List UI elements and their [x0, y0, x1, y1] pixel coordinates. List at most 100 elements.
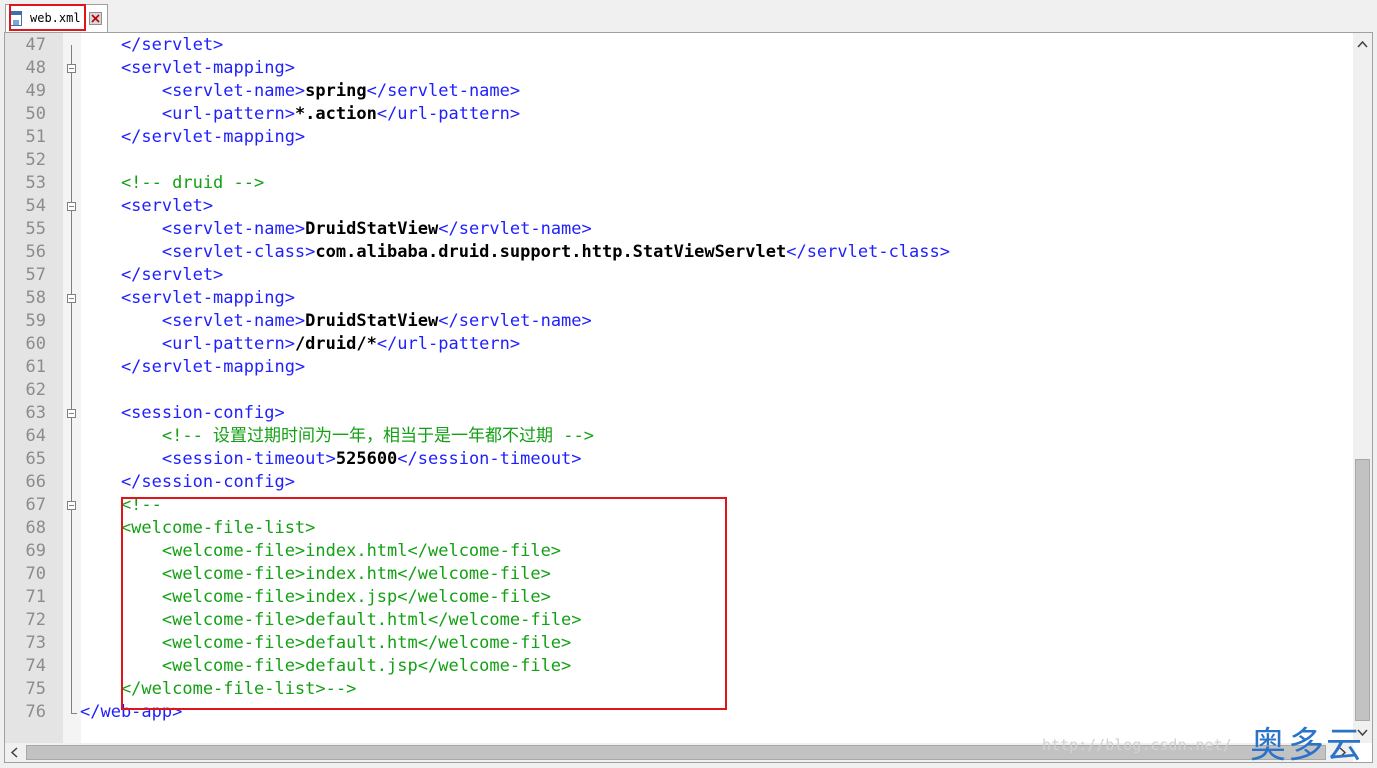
code-line: </servlet-mapping>	[80, 126, 305, 149]
xml-tag: <servlet-mapping>	[80, 288, 295, 308]
fold-collapse-icon[interactable]	[67, 202, 76, 211]
xml-tag: <servlet-name>	[80, 219, 306, 239]
close-icon[interactable]	[89, 12, 102, 25]
line-number: 57	[25, 265, 46, 285]
xml-tag: </servlet>	[80, 35, 224, 55]
xml-tag: </servlet-mapping>	[80, 127, 306, 147]
xml-comment: <!-- druid -->	[80, 173, 265, 193]
tab-highlight-annotation	[9, 4, 86, 31]
line-number: 47	[25, 35, 46, 55]
xml-tag: </session-config>	[80, 472, 295, 492]
vertical-scroll-thumb[interactable]	[1355, 459, 1370, 721]
xml-text: spring	[305, 81, 367, 101]
fold-collapse-icon[interactable]	[67, 64, 76, 73]
xml-tag: </session-timeout>	[397, 449, 582, 469]
line-number: 53	[25, 173, 46, 193]
line-number: 68	[25, 518, 46, 538]
xml-text: *.action	[294, 104, 377, 124]
xml-tag: <session-timeout>	[80, 449, 336, 469]
code-line: <!-- druid -->	[80, 172, 264, 195]
xml-tag: </servlet-class>	[786, 242, 950, 262]
xml-tag: <servlet-name>	[80, 311, 306, 331]
line-number: 62	[25, 380, 46, 400]
line-number: 49	[25, 81, 46, 101]
xml-tag: <servlet-name>	[80, 81, 306, 101]
line-number: 72	[25, 610, 46, 630]
xml-tag: </servlet-mapping>	[80, 357, 306, 377]
xml-tag: <servlet-class>	[80, 242, 316, 262]
fold-collapse-icon[interactable]	[67, 409, 76, 418]
xml-tag: <servlet>	[80, 196, 214, 216]
line-number: 60	[25, 334, 46, 354]
code-editor[interactable]: 47 48 49 50 51 52 53 54 55 56 57 58 59 60 61 62 63 64 65 66…	[4, 32, 1373, 763]
line-number: 69	[25, 541, 46, 561]
line-number-gutter: 47 48 49 50 51 52 53 54 55 56 57 58 59 60 61 62 63 64 65 66…	[5, 33, 63, 743]
fold-margin	[63, 33, 81, 743]
code-line: </servlet-mapping>	[80, 356, 305, 379]
xml-tag: </servlet>	[80, 265, 224, 285]
line-number: 48	[25, 58, 46, 78]
code-line: <url-pattern>*.action</url-pattern>	[80, 103, 520, 126]
line-number: 59	[25, 311, 46, 331]
line-number: 63	[25, 403, 46, 423]
line-number: 66	[25, 472, 46, 492]
xml-text: DruidStatView	[305, 311, 439, 331]
xml-comment: <!-- 设置过期时间为一年，相当于是一年都不过期 -->	[80, 426, 594, 446]
xml-tag: </servlet-name>	[366, 81, 521, 101]
vertical-scrollbar[interactable]	[1353, 33, 1372, 743]
xml-tag: <servlet-mapping>	[80, 58, 295, 78]
xml-tag: <url-pattern>	[80, 104, 295, 124]
line-number: 65	[25, 449, 46, 469]
line-number: 56	[25, 242, 46, 262]
line-number: 70	[25, 564, 46, 584]
xml-tag: </url-pattern>	[376, 334, 521, 354]
line-number: 74	[25, 656, 46, 676]
line-number: 76	[25, 702, 46, 722]
chevron-up-icon[interactable]	[1353, 33, 1372, 55]
code-line: </servlet>	[80, 264, 223, 287]
code-line: <servlet-mapping>	[80, 287, 295, 310]
code-line: <session-timeout>525600</session-timeout…	[80, 448, 582, 471]
fold-guide-line	[71, 45, 72, 714]
code-line: </session-config>	[80, 471, 295, 494]
line-number: 73	[25, 633, 46, 653]
chevron-left-icon[interactable]	[5, 743, 25, 762]
xml-text: /druid/*	[294, 334, 377, 354]
code-line: <servlet-class>com.alibaba.druid.support…	[80, 241, 950, 264]
code-line: <session-config>	[80, 402, 285, 425]
xml-text: DruidStatView	[305, 219, 439, 239]
fold-collapse-icon[interactable]	[67, 501, 76, 510]
xml-tag: </servlet-name>	[438, 311, 592, 331]
code-line: <servlet>	[80, 195, 213, 218]
xml-text: 525600	[335, 449, 398, 469]
line-number: 61	[25, 357, 46, 377]
line-number: 71	[25, 587, 46, 607]
xml-tag: </url-pattern>	[376, 104, 521, 124]
code-line: <!-- 设置过期时间为一年，相当于是一年都不过期 -->	[80, 425, 594, 448]
code-line: <servlet-mapping>	[80, 57, 295, 80]
xml-tag: <session-config>	[80, 403, 285, 423]
fold-collapse-icon[interactable]	[67, 294, 76, 303]
line-number: 51	[25, 127, 46, 147]
line-number: 54	[25, 196, 46, 216]
code-line: <servlet-name>spring</servlet-name>	[80, 80, 520, 103]
line-number: 52	[25, 150, 46, 170]
watermark-brand-logo: 奥多云	[1250, 725, 1365, 766]
code-line: </servlet>	[80, 34, 223, 57]
code-line: <servlet-name>DruidStatView</servlet-nam…	[80, 218, 592, 241]
line-number: 58	[25, 288, 46, 308]
fold-guide-end	[71, 713, 77, 714]
welcome-file-list-highlight-annotation	[121, 497, 727, 710]
watermark-url: http://blog.csdn.net/	[1042, 736, 1232, 754]
code-line: <url-pattern>/druid/*</url-pattern>	[80, 333, 520, 356]
xml-text: com.alibaba.druid.support.http.StatViewS…	[315, 242, 787, 262]
line-number: 55	[25, 219, 46, 239]
xml-tag: </servlet-name>	[438, 219, 592, 239]
line-number: 50	[25, 104, 46, 124]
line-number: 67	[25, 495, 46, 515]
tab-bar: web.xml	[0, 0, 1377, 32]
code-line: <servlet-name>DruidStatView</servlet-nam…	[80, 310, 592, 333]
line-number: 64	[25, 426, 46, 446]
xml-tag: <url-pattern>	[80, 334, 295, 354]
line-number: 75	[25, 679, 46, 699]
